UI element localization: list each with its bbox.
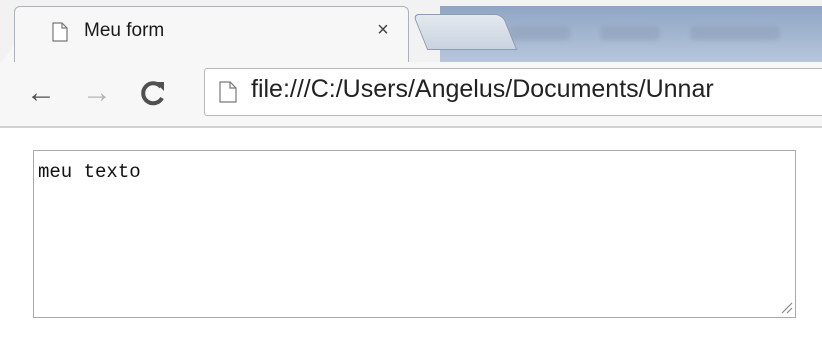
new-tab-button[interactable]	[412, 14, 518, 50]
blurred-tab-text	[600, 26, 660, 40]
url-text: file:///C:/Users/Angelus/Documents/Unnar	[251, 75, 714, 103]
forward-button[interactable]: →	[80, 76, 114, 110]
page-icon	[219, 81, 237, 103]
browser-window: Meu form × ← → file:///C:/Users/Angelus/…	[0, 0, 822, 359]
tab-strip: Meu form ×	[0, 0, 822, 62]
tab-meu-form[interactable]	[14, 6, 409, 62]
blurred-tab-text	[690, 26, 780, 40]
page-content: meu texto	[0, 128, 822, 359]
text-area[interactable]: meu texto	[33, 150, 796, 318]
resize-grip-icon[interactable]	[779, 300, 793, 314]
back-button[interactable]: ←	[24, 76, 58, 110]
close-icon[interactable]: ×	[372, 18, 394, 42]
page-icon	[52, 22, 68, 42]
address-bar[interactable]: file:///C:/Users/Angelus/Documents/Unnar	[204, 68, 822, 116]
blurred-tab-text	[510, 26, 570, 40]
reload-button[interactable]	[136, 76, 170, 110]
tab-title: Meu form	[84, 20, 165, 41]
toolbar: ← → file:///C:/Users/Angelus/Documents/U…	[0, 62, 822, 128]
